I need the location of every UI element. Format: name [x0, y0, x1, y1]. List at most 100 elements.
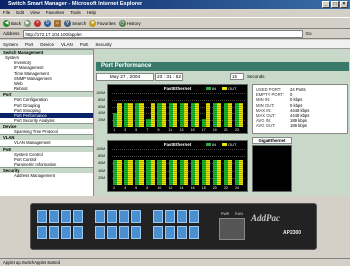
fastethernet-chart-even: FastEthernet IN OUT 2 4 6 8 10 12 14 16 18 20 22 24	[107, 140, 248, 192]
ethernet-port	[49, 226, 59, 239]
app-menu-security[interactable]: Security	[95, 42, 111, 47]
gridline	[112, 156, 245, 158]
history-icon: ◷	[118, 19, 126, 27]
page-title: Port Performance	[96, 62, 349, 71]
maximize-button[interactable]: □	[331, 1, 339, 8]
ethernet-port	[153, 210, 163, 223]
y-tick-label: 80M	[98, 154, 105, 159]
y-tick-label: 40M	[98, 168, 105, 173]
menu-file[interactable]: File	[3, 9, 10, 17]
chart-legend: IN OUT	[206, 142, 236, 147]
app-menu-port[interactable]: Port	[25, 42, 33, 47]
home-icon: ⌂	[54, 19, 62, 27]
bar-out	[161, 159, 166, 185]
app-menu-poe[interactable]: PoE	[80, 42, 89, 47]
menu-edit[interactable]: Edit	[16, 9, 24, 17]
stop-button[interactable]: ×	[34, 19, 42, 27]
legend-in: IN	[212, 142, 216, 147]
ethernet-port	[73, 226, 83, 239]
x-tick-label: 19	[212, 128, 217, 132]
ethernet-port	[95, 210, 105, 223]
bar-out	[172, 159, 177, 185]
app-menu-device[interactable]: Device	[40, 42, 54, 47]
ethernet-port	[107, 210, 117, 223]
refresh-button[interactable]: ↻	[44, 19, 52, 27]
app-menu-vlan[interactable]: VLAN	[61, 42, 73, 47]
ethernet-port	[107, 226, 117, 239]
address-bar: Address http://172.17.104.100/applet Go	[0, 29, 350, 39]
bar-out	[183, 103, 189, 127]
ethernet-port	[131, 210, 141, 223]
menu-help[interactable]: Help	[87, 9, 96, 17]
chart-legend: IN OUT	[206, 86, 236, 91]
ethernet-port	[165, 210, 175, 223]
x-tick-label: 10	[157, 186, 162, 190]
bar-out	[150, 159, 155, 185]
uplink-port-panel	[219, 218, 245, 240]
x-tick-label: 8	[146, 186, 149, 190]
gigaethernet-label: GigaEthernet	[252, 137, 292, 144]
x-tick-label: 24	[235, 186, 239, 190]
ethernet-port	[189, 226, 199, 239]
home-button[interactable]: ⌂	[54, 19, 62, 27]
interval-unit-label: Seconds	[247, 74, 265, 79]
menu-tools[interactable]: Tools	[70, 9, 81, 17]
status-bar: Applet ap.SwitchApplet started	[0, 258, 350, 266]
menu-favorites[interactable]: Favorites	[46, 9, 65, 17]
bar-out	[205, 159, 211, 185]
x-tick-label: 11	[168, 128, 173, 132]
close-button[interactable]: ×	[340, 1, 348, 8]
forward-arrow-icon: ▶	[24, 19, 32, 27]
search-icon: ⚲	[64, 19, 72, 27]
bar-out	[194, 103, 200, 127]
back-button[interactable]: ◀ Back	[3, 19, 21, 27]
chart-plot-area	[112, 149, 245, 185]
x-tick-label: 7	[146, 128, 149, 132]
chart-plot-area	[112, 93, 245, 127]
app-menu-system[interactable]: System	[3, 42, 18, 47]
legend-in: IN	[212, 86, 216, 91]
x-tick-label: 20	[212, 186, 217, 190]
minimize-button[interactable]: _	[322, 1, 330, 8]
x-tick-label: 9	[157, 128, 160, 132]
x-tick-label: 6	[135, 186, 138, 190]
forward-button[interactable]: ▶	[24, 19, 32, 27]
stat-value: 189 kbps	[290, 123, 307, 129]
menu-view[interactable]: View	[30, 9, 40, 17]
sidebar-item-address-management[interactable]: Address Management	[0, 173, 93, 178]
refresh-interval-select[interactable]: 15	[230, 73, 244, 80]
ethernet-port	[73, 210, 83, 223]
ethernet-port	[119, 226, 129, 239]
x-tick-label: 1	[113, 128, 116, 132]
y-tick-label: 40M	[98, 111, 105, 116]
gridline	[112, 99, 245, 101]
go-button[interactable]: Go	[306, 31, 312, 36]
favorites-button[interactable]: ★ Favorites	[89, 19, 116, 27]
history-button[interactable]: ◷ History	[118, 19, 141, 27]
ethernet-port	[119, 210, 129, 223]
bar-out	[239, 159, 244, 185]
bar-out	[239, 103, 244, 127]
address-input[interactable]: http://172.17.104.100/applet	[22, 29, 303, 38]
stop-icon: ×	[34, 19, 42, 27]
bar-out	[139, 103, 144, 127]
bar-out	[128, 159, 133, 185]
port-panel	[37, 210, 207, 244]
y-tick-label: 100M	[96, 91, 105, 95]
legend-in-swatch	[206, 87, 211, 90]
stat-label: AVG OUT:	[256, 123, 276, 129]
date-display: May 27 , 2004	[96, 73, 154, 81]
x-tick-label: 17	[201, 128, 206, 132]
x-tick-label: 3	[124, 128, 127, 132]
y-tick-label: 60M	[98, 161, 105, 166]
x-tick-label: 13	[179, 128, 184, 132]
ethernet-port	[177, 210, 187, 223]
pwr-label: PWR	[221, 212, 230, 216]
search-button[interactable]: ⚲ Search	[64, 19, 86, 27]
x-tick-label: 15	[190, 128, 195, 132]
run-label: RUN	[235, 212, 243, 216]
ethernet-port	[37, 210, 47, 223]
window-title: Switch Smart Manager - Microsoft Interne…	[8, 1, 143, 7]
bar-out	[217, 103, 222, 127]
x-tick-label: 18	[201, 186, 206, 190]
